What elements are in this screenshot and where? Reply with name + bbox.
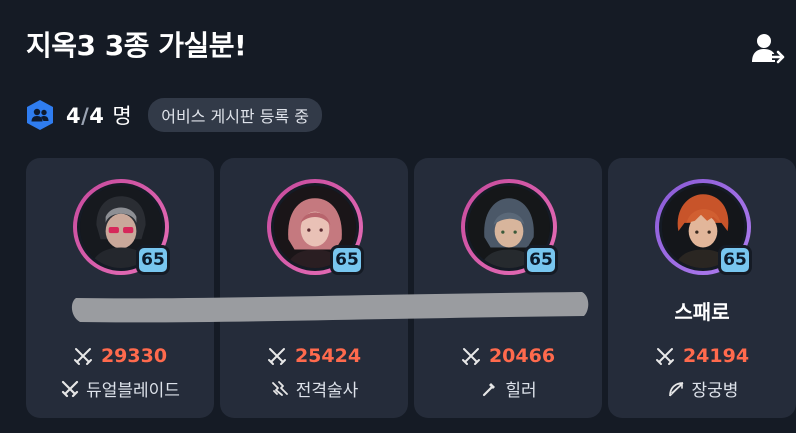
class-name: 힐러 — [505, 381, 537, 401]
lightning-icon — [271, 380, 288, 396]
leave-party-button[interactable] — [750, 30, 788, 68]
abyss-board-status-badge: 어비스 게시판 등록 중 — [148, 98, 322, 132]
combat-power-value: 20466 — [488, 345, 556, 367]
party-current-count: 4 — [66, 104, 82, 128]
level-badge: 65 — [330, 245, 364, 275]
person-exit-icon — [752, 34, 785, 64]
member-name: 스패로 — [674, 300, 730, 324]
member-avatar: 65 — [461, 179, 558, 275]
party-count-row: 4/4 명 어비스 게시판 등록 중 — [26, 98, 322, 132]
combat-power-value: 29330 — [100, 345, 168, 367]
member-avatar: 65 — [655, 179, 752, 275]
class-name: 전격술사 — [295, 381, 359, 401]
crossed-swords-icon — [73, 348, 92, 365]
class-row: 전격술사 — [220, 376, 408, 401]
combat-power-row: 25424 — [220, 345, 408, 367]
crossed-swords-icon — [461, 348, 480, 365]
combat-power-value: 24194 — [682, 345, 750, 367]
class-name: 듀얼블레이드 — [86, 381, 180, 401]
party-count-unit: 명 — [112, 104, 133, 128]
crossed-swords-icon — [267, 348, 286, 365]
staff-icon — [483, 382, 496, 396]
dual-blade-icon — [61, 380, 79, 397]
party-members-icon — [27, 100, 53, 130]
member-avatar: 65 — [267, 179, 364, 275]
party-count: 4/4 명 — [66, 100, 132, 130]
combat-power-value: 25424 — [294, 345, 362, 367]
combat-power-row: 24194 — [608, 345, 796, 367]
class-name: 장궁병 — [691, 381, 739, 401]
party-title: 지옥3 3종 가실분! — [26, 29, 247, 62]
party-member-card[interactable]: 65 스패로 24194 장궁병 — [608, 158, 796, 418]
bow-icon — [668, 381, 683, 396]
level-badge: 65 — [718, 245, 752, 275]
combat-power-row: 20466 — [414, 345, 602, 367]
member-avatar: 65 — [73, 179, 170, 275]
crossed-swords-icon — [655, 348, 674, 365]
combat-power-row: 29330 — [26, 345, 214, 367]
party-max-count: 4 — [89, 104, 105, 128]
level-badge: 65 — [524, 245, 558, 275]
redaction-mark — [71, 292, 589, 323]
class-row: 힐러 — [414, 376, 602, 401]
level-badge: 65 — [136, 245, 170, 275]
class-row: 장궁병 — [608, 376, 796, 401]
class-row: 듀얼블레이드 — [26, 376, 214, 401]
